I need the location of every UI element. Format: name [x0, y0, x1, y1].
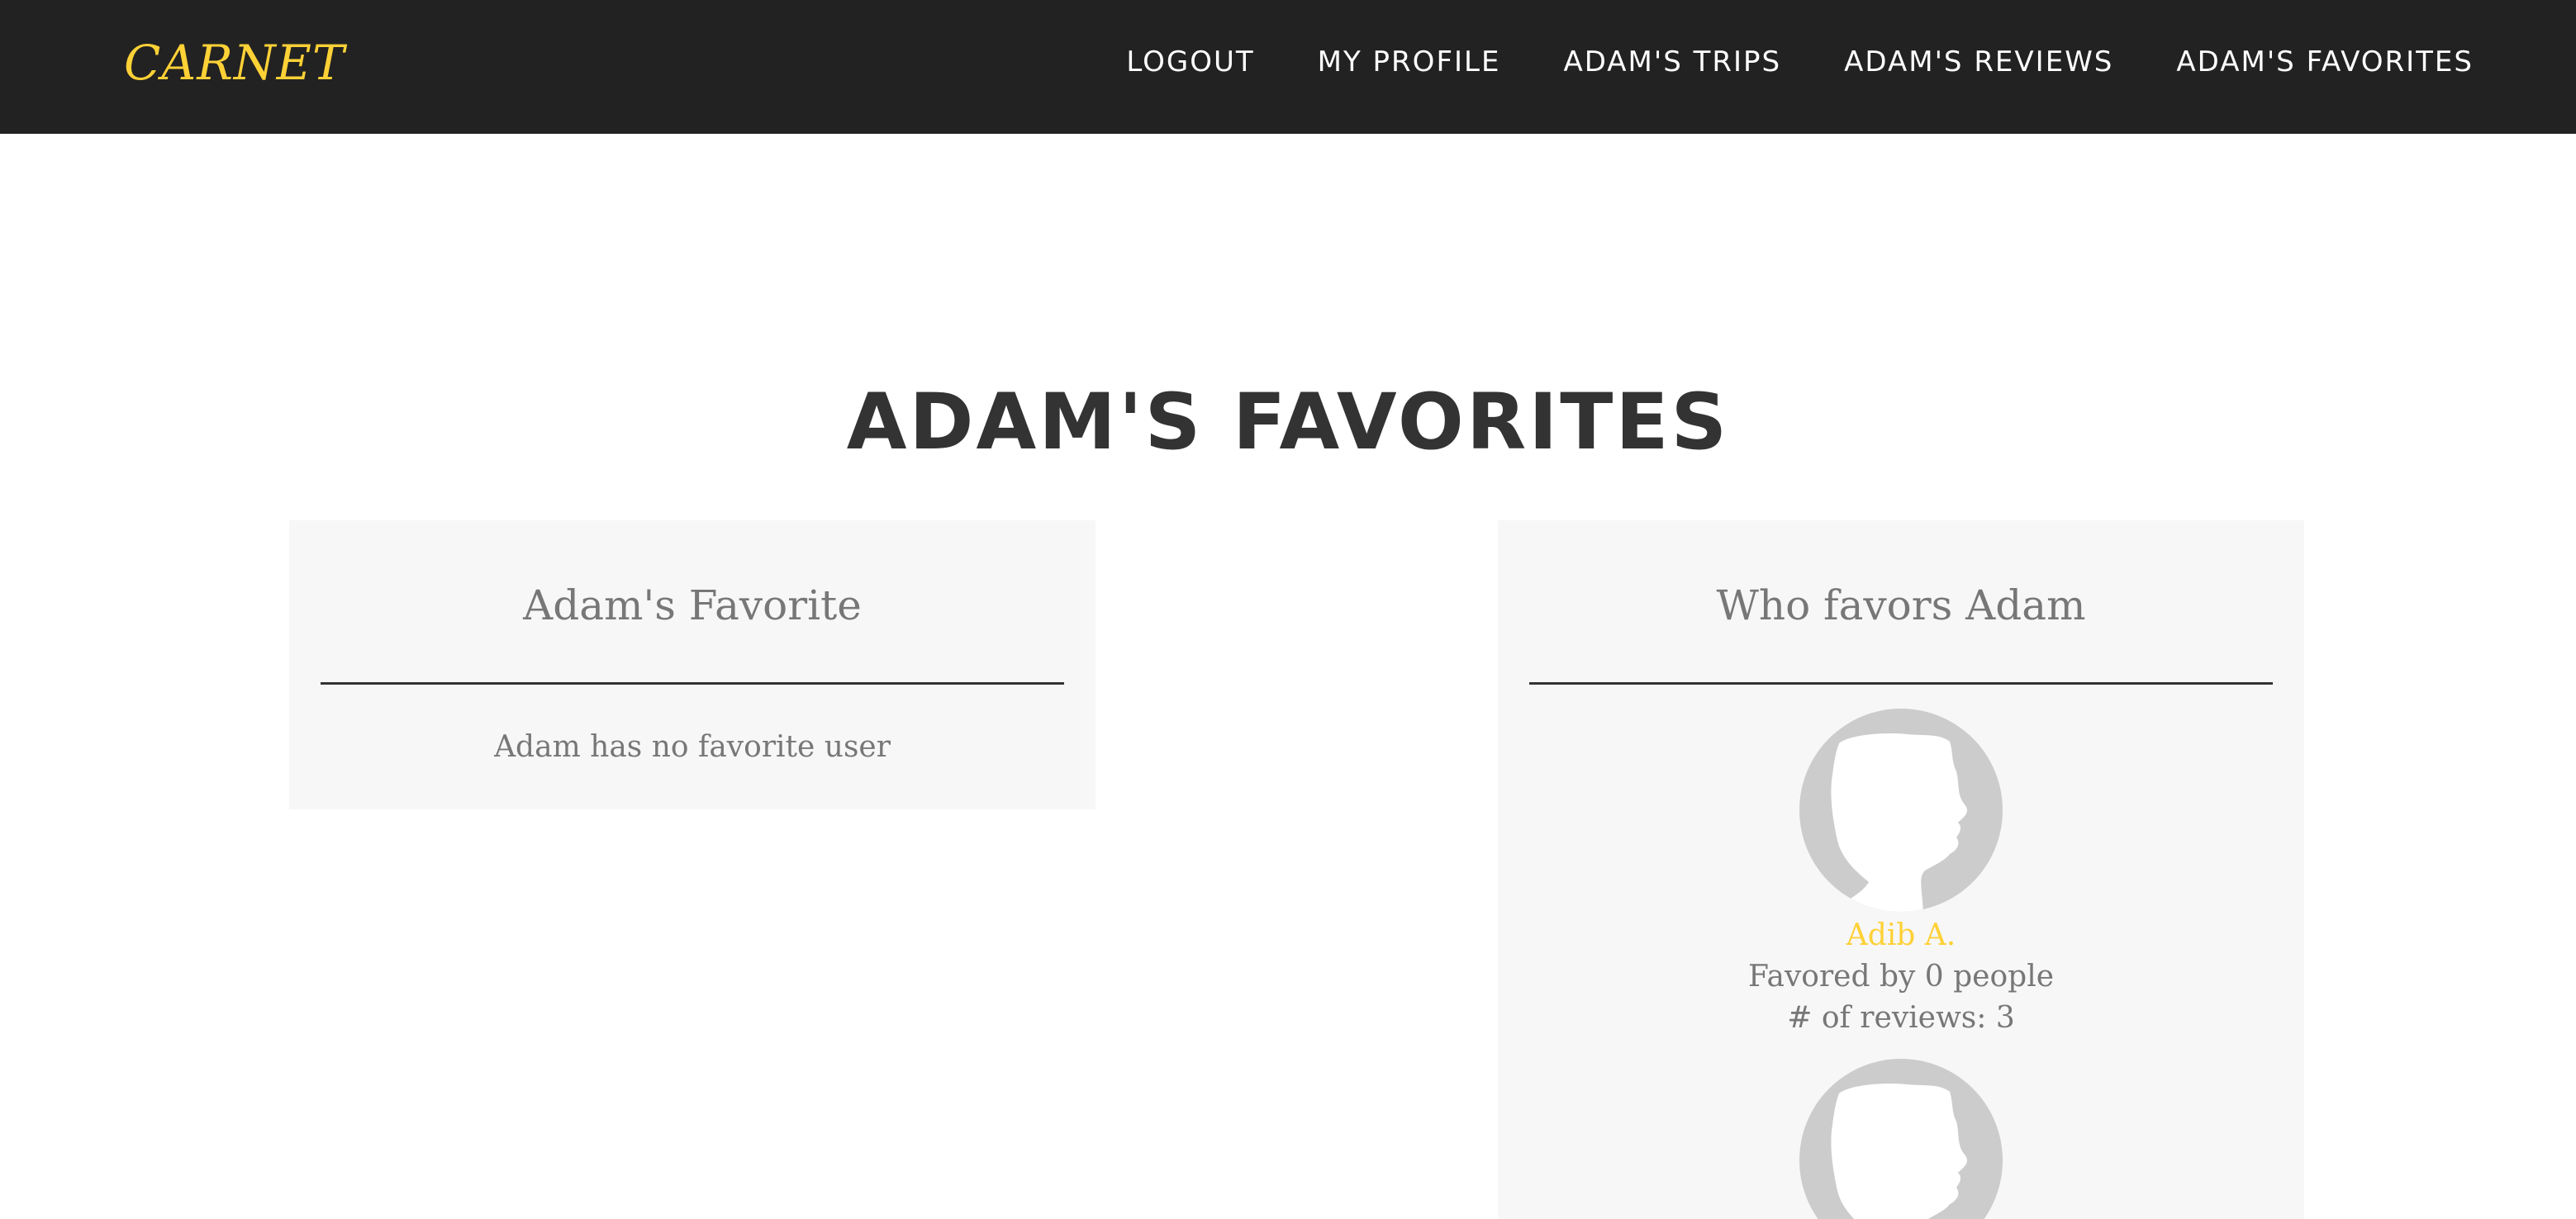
user-name-link[interactable]: Adib A. [1498, 915, 2304, 956]
favored-by-panel-heading: Who favors Adam [1716, 581, 2086, 629]
favorites-panel: Adam's Favorite Adam has no favorite use… [289, 520, 1096, 809]
nav-link-logout[interactable]: LOGOUT [1126, 41, 1254, 83]
favorites-panel-heading: Adam's Favorite [523, 581, 862, 629]
favored-by-panel-divider [1529, 682, 2273, 685]
nav-item-reviews: ADAM'S REVIEWS [1844, 41, 2113, 83]
nav-link-favorites[interactable]: ADAM'S FAVORITES [2176, 41, 2474, 83]
user-card: Adib A. Favored by 0 people # of reviews… [1498, 709, 2304, 1039]
user-review-count: # of reviews: 3 [1787, 1001, 2015, 1035]
user-silhouette-icon[interactable] [1799, 1059, 2003, 1219]
nav-link-my-profile[interactable]: MY PROFILE [1318, 41, 1501, 83]
user-card [1498, 1059, 2304, 1219]
favored-by-panel: Who favors Adam Adib A. Favored by 0 peo… [1498, 520, 2304, 1219]
brand-logo-link[interactable]: CARNET [124, 30, 345, 96]
nav-link-trips[interactable]: ADAM'S TRIPS [1563, 41, 1781, 83]
nav-item-logout: LOGOUT [1126, 41, 1254, 83]
nav-menu: LOGOUT MY PROFILE ADAM'S TRIPS ADAM'S RE… [1126, 41, 2474, 83]
page-title: ADAM'S FAVORITES [846, 377, 1730, 467]
nav-link-reviews[interactable]: ADAM'S REVIEWS [1844, 41, 2113, 83]
nav-item-my-profile: MY PROFILE [1318, 41, 1501, 83]
top-navbar: CARNET LOGOUT MY PROFILE ADAM'S TRIPS AD… [0, 0, 2576, 134]
favorites-panel-divider [321, 682, 1064, 685]
user-favored-count: Favored by 0 people [1747, 960, 2055, 994]
nav-item-trips: ADAM'S TRIPS [1563, 41, 1781, 83]
nav-item-favorites: ADAM'S FAVORITES [2176, 41, 2474, 83]
no-favorites-message: Adam has no favorite user [494, 730, 891, 764]
user-silhouette-icon[interactable] [1799, 709, 2003, 912]
